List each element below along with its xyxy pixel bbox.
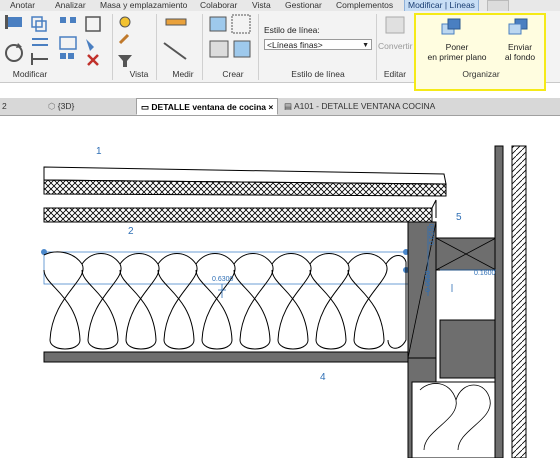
send-to-back-label-2[interactable]: al fondo: [500, 52, 540, 62]
sheet-icon: ▤: [284, 101, 293, 111]
panel-label-vista: Vista: [129, 69, 149, 79]
callout-5: 5: [456, 212, 462, 223]
delete-icon[interactable]: [87, 54, 99, 66]
array-icon[interactable]: [60, 53, 74, 59]
chevron-down-icon: ▼: [362, 42, 369, 49]
tab-detalle-label: DETALLE ventana de cocina: [151, 102, 267, 112]
drafting-view-icon: ▭: [141, 102, 150, 112]
callout-4: 4: [320, 372, 326, 383]
tab-3d-label: {3D}: [57, 101, 75, 111]
send-to-back-label-1[interactable]: Enviar: [500, 42, 540, 52]
panel-label-crear: Crear: [222, 69, 244, 79]
measure-icon[interactable]: [165, 18, 187, 26]
drawing-canvas[interactable]: 0.6300 0.0550 0.0550 0.1600 1 2 4 5: [0, 116, 560, 458]
line-style-select[interactable]: <Líneas finas> ▼: [264, 39, 372, 50]
close-icon[interactable]: ×: [268, 102, 273, 112]
menu-bar: Anotar Analizar Masa y emplazamiento Col…: [0, 0, 560, 12]
tab-detalle-ventana[interactable]: ▭ DETALLE ventana de cocina ×: [136, 98, 279, 115]
rotate-icon[interactable]: [5, 43, 23, 62]
cube-icon: ⬡: [48, 101, 56, 111]
menu-anotar[interactable]: Anotar: [10, 0, 35, 11]
exterior-cladding[interactable]: [511, 145, 527, 458]
ribbon-separator: [112, 14, 113, 80]
tab-a101-label: A101 - DETALLE VENTANA COCINA: [293, 101, 436, 111]
tab-sheet-a101[interactable]: ▤ A101 - DETALLE VENTANA COCINA: [284, 98, 435, 115]
align-icon[interactable]: [5, 15, 22, 29]
view-tools: [118, 16, 132, 67]
document-tab-bar: 2 ⬡ {3D} ▭ DETALLE ventana de cocina × ▤…: [0, 98, 560, 116]
callout-1: 1: [96, 146, 102, 157]
dim-label-4[interactable]: 0.1600: [474, 270, 496, 277]
ceiling-board-edge: [431, 199, 437, 218]
ribbon: Modificar Vista Medir Crear Estilo de lí…: [0, 11, 560, 91]
ceiling-board[interactable]: [43, 207, 433, 223]
modify-tools: [5, 15, 101, 66]
ribbon-separator: [258, 14, 259, 80]
convert-lines-icon[interactable]: [380, 13, 410, 39]
create-similar-icon[interactable]: [209, 40, 229, 58]
dim-label-3[interactable]: 0.0550: [425, 270, 432, 292]
menu-vista[interactable]: Vista: [252, 0, 271, 11]
window-frame[interactable]: [439, 319, 497, 379]
panel-label-estilo-linea: Estilo de línea: [291, 69, 345, 79]
convert-lines-button[interactable]: Convertir líneas: [378, 41, 438, 51]
tab-3d[interactable]: ⬡ {3D}: [48, 98, 74, 115]
lightbulb-icon[interactable]: [119, 16, 131, 28]
create-part-icon[interactable]: [209, 16, 227, 32]
ribbon-separator: [202, 14, 203, 80]
menu-gestionar[interactable]: Gestionar: [285, 0, 322, 11]
trim-icon[interactable]: [31, 53, 48, 65]
batt-insulation[interactable]: [43, 251, 407, 350]
create-assembly-icon[interactable]: [233, 40, 251, 58]
panel-label-organizar: Organizar: [462, 69, 500, 79]
line-style-label: Estilo de línea:: [264, 25, 320, 35]
callout-2: 2: [128, 226, 134, 237]
create-group-icon[interactable]: [231, 14, 251, 34]
bring-to-front-label-1[interactable]: Poner: [422, 42, 492, 52]
bring-to-front-icon[interactable]: [440, 17, 464, 37]
paintbrush-icon[interactable]: [118, 33, 130, 45]
pin-icon[interactable]: [86, 39, 94, 51]
menu-complementos[interactable]: Complementos: [336, 0, 393, 11]
panel-label-medir: Medir: [172, 69, 194, 79]
send-to-back-icon[interactable]: [507, 17, 531, 37]
line-style-value: <Líneas finas>: [267, 40, 323, 50]
dim-label-2[interactable]: 0.0550: [429, 223, 436, 245]
glazing-mullion[interactable]: [494, 145, 504, 458]
menu-analizar[interactable]: Analizar: [55, 0, 86, 11]
ribbon-separator: [376, 14, 377, 80]
concrete-slab[interactable]: [43, 351, 409, 363]
filter-icon[interactable]: [118, 55, 132, 67]
scale-icon[interactable]: [85, 16, 101, 32]
menu-masa[interactable]: Masa y emplazamiento: [100, 0, 187, 11]
dim-label-1[interactable]: 0.6300: [212, 276, 234, 283]
dimension-icon[interactable]: [163, 42, 187, 60]
mirror-icon[interactable]: [60, 17, 76, 23]
panel-label-modificar: Modificar: [12, 69, 48, 79]
copy-icon[interactable]: [31, 16, 47, 32]
create-tools: [209, 14, 251, 58]
measure-tools: [163, 18, 187, 60]
panel-label-editar: Editar: [383, 69, 407, 79]
move-icon[interactable]: [59, 36, 77, 50]
ribbon-separator: [156, 14, 157, 80]
menu-colaborar[interactable]: Colaborar: [200, 0, 237, 11]
offset-icon[interactable]: [32, 38, 48, 46]
bring-to-front-label-2[interactable]: en primer plano: [422, 52, 492, 62]
tab-view-2[interactable]: 2: [2, 98, 7, 115]
